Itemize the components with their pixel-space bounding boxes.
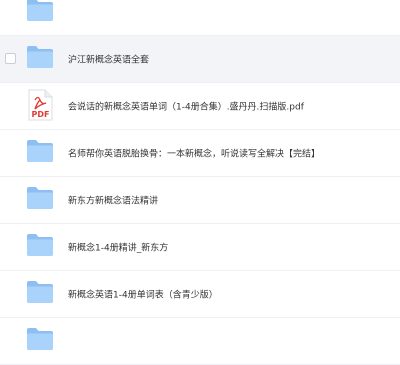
file-name: 新概念英语1-4册单词表（含青少版） — [68, 290, 218, 301]
file-row[interactable] — [0, 0, 400, 36]
file-name: 新东方新概念语法精讲 — [68, 196, 159, 207]
file-name: 名师帮你英语脱胎换骨：一本新概念，听说读写全解决【完结】 — [68, 149, 321, 160]
file-row[interactable]: 沪江新概念英语全套 — [0, 36, 400, 83]
file-name: 新概念1-4册精讲_新东方 — [68, 243, 169, 254]
folder-icon — [26, 139, 54, 167]
file-row[interactable] — [0, 318, 400, 365]
file-row[interactable]: 新概念英语1-4册单词表（含青少版） — [0, 271, 400, 318]
folder-icon — [26, 0, 54, 26]
file-name: 会说话的新概念英语单词（1-4册合集）.盛丹丹.扫描版.pdf — [68, 102, 304, 113]
file-list: 沪江新概念英语全套 PDF 会说话的新概念英语单词（1-4册合集）.盛丹丹.扫描… — [0, 0, 400, 365]
folder-icon — [26, 186, 54, 214]
file-name: 沪江新概念英语全套 — [68, 55, 150, 66]
pdf-icon: PDF — [26, 89, 54, 125]
folder-icon — [26, 45, 54, 73]
folder-icon — [26, 280, 54, 308]
file-row[interactable]: 新概念1-4册精讲_新东方 — [0, 224, 400, 271]
pdf-badge: PDF — [32, 110, 50, 119]
file-row[interactable]: 新东方新概念语法精讲 — [0, 177, 400, 224]
file-row[interactable]: PDF 会说话的新概念英语单词（1-4册合集）.盛丹丹.扫描版.pdf — [0, 83, 400, 130]
row-checkbox[interactable] — [5, 53, 16, 64]
folder-icon — [26, 233, 54, 261]
folder-icon — [26, 327, 54, 355]
file-row[interactable]: 名师帮你英语脱胎换骨：一本新概念，听说读写全解决【完结】 — [0, 130, 400, 177]
